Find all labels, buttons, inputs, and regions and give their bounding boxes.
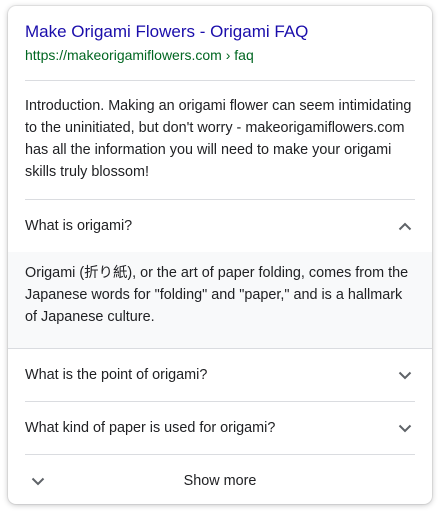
faq-answer: Origami (折り紙), or the art of paper foldi… (8, 252, 432, 348)
chevron-down-icon[interactable] (395, 418, 415, 438)
faq-item-paper-type: What kind of paper is used for origami? (8, 402, 432, 455)
faq-result-card: Make Origami Flowers - Origami FAQ https… (8, 6, 432, 504)
result-header: Make Origami Flowers - Origami FAQ https… (8, 6, 432, 80)
chevron-down-icon[interactable] (395, 365, 415, 385)
faq-question-toggle[interactable]: What is origami? (8, 200, 432, 252)
chevron-up-icon[interactable] (395, 216, 415, 236)
faq-question-toggle[interactable]: What is the point of origami? (8, 349, 432, 401)
faq-item-what-is-origami: What is origami? Origami (折り紙), or the a… (8, 200, 432, 349)
faq-question-toggle[interactable]: What kind of paper is used for origami? (8, 402, 432, 454)
result-snippet: Introduction. Making an origami flower c… (25, 98, 412, 180)
show-more-button[interactable]: Show more (8, 455, 432, 504)
show-more-label: Show more (183, 473, 257, 489)
faq-question-text: What is the point of origami? (25, 367, 208, 383)
chevron-down-icon (28, 471, 48, 491)
faq-question-text: What is origami? (25, 218, 133, 234)
result-url[interactable]: https://makeorigamiflowers.com › faq (25, 44, 415, 66)
faq-item-point-of-origami: What is the point of origami? (8, 349, 432, 402)
faq-question-text: What kind of paper is used for origami? (25, 420, 276, 436)
result-title-link[interactable]: Make Origami Flowers - Origami FAQ (25, 20, 415, 44)
